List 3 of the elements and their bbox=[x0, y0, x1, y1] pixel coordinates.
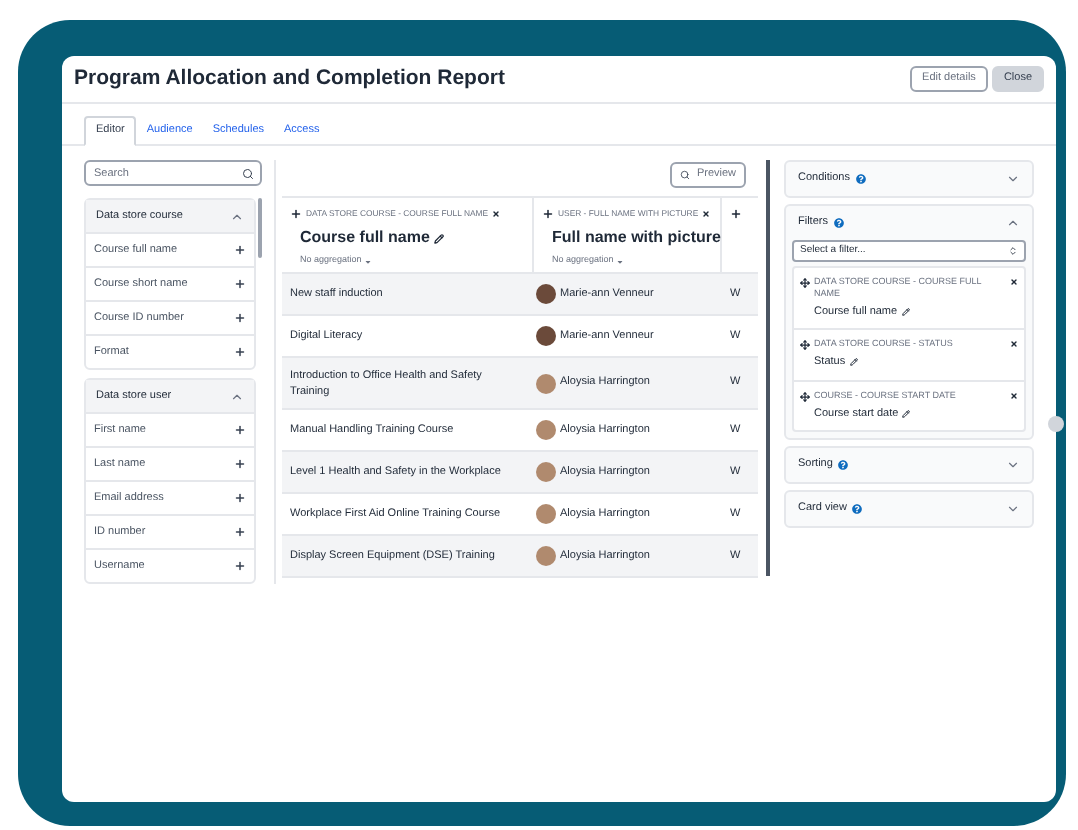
column-title: Full name with picture bbox=[552, 226, 721, 251]
window-title: Program Allocation and Completion Report bbox=[74, 63, 505, 94]
column-title: Course full name bbox=[300, 226, 430, 251]
